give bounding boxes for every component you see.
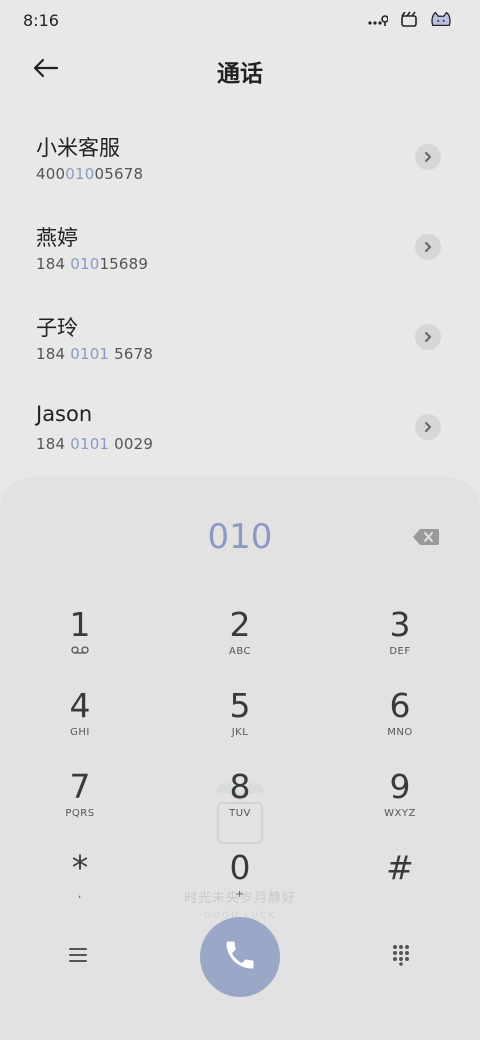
- contact-number: 184 0101 0029: [36, 435, 154, 453]
- contact-item[interactable]: Jason 184 0101 0029: [0, 382, 480, 472]
- menu-icon: [68, 947, 88, 967]
- chevron-right-icon[interactable]: [415, 414, 441, 440]
- chevron-right-icon[interactable]: [415, 324, 441, 350]
- dialpad-icon: [391, 944, 411, 970]
- key-hash[interactable]: #: [340, 848, 460, 918]
- cat-icon: [430, 10, 452, 28]
- contact-item[interactable]: 燕婷 184 01015689: [0, 202, 480, 292]
- key-8[interactable]: 8 TUV: [180, 767, 300, 837]
- status-time: 8:16: [23, 11, 59, 30]
- contact-item[interactable]: 小米客服 40001005678: [0, 112, 480, 202]
- status-icons: [366, 10, 452, 28]
- key-6[interactable]: 6 MNO: [340, 686, 460, 756]
- voicemail-icon: [20, 646, 140, 657]
- status-bar: 8:16: [0, 0, 480, 40]
- key-5[interactable]: 5 JKL: [180, 686, 300, 756]
- menu-button[interactable]: [58, 943, 98, 971]
- page-title: 通话: [217, 61, 263, 87]
- dots-icon: [366, 10, 388, 28]
- header: 通话: [0, 40, 480, 102]
- contact-name: Jason: [36, 402, 93, 426]
- key-2[interactable]: 2 ABC: [180, 605, 300, 675]
- dialer-panel: 010 时光未央岁月静好 GOOD LUCK 1 2 ABC 3 DEF 4 G…: [0, 477, 480, 1040]
- chevron-right-icon[interactable]: [415, 144, 441, 170]
- key-star[interactable]: * ,: [20, 848, 140, 918]
- key-0[interactable]: 0 +: [180, 848, 300, 918]
- chevron-right-icon[interactable]: [415, 234, 441, 260]
- clapper-icon: [398, 10, 420, 28]
- key-1[interactable]: 1: [20, 605, 140, 675]
- call-button[interactable]: [200, 917, 280, 997]
- key-9[interactable]: 9 WXYZ: [340, 767, 460, 837]
- contact-list: 小米客服 40001005678 燕婷 184 01015689 子玲 184 …: [0, 112, 480, 472]
- contact-number: 184 0101 5678: [36, 345, 154, 363]
- phone-icon: [222, 937, 258, 977]
- keypad-toggle-button[interactable]: [381, 943, 421, 971]
- key-7[interactable]: 7 PQRS: [20, 767, 140, 837]
- contact-name: 燕婷: [36, 226, 78, 250]
- backspace-icon: [412, 529, 440, 551]
- contact-number: 184 01015689: [36, 255, 149, 273]
- dialer-actions: [0, 917, 480, 997]
- backspace-button[interactable]: [412, 527, 440, 547]
- contact-name: 小米客服: [36, 136, 120, 160]
- contact-name: 子玲: [36, 316, 78, 340]
- contact-item[interactable]: 子玲 184 0101 5678: [0, 292, 480, 382]
- key-3[interactable]: 3 DEF: [340, 605, 460, 675]
- dial-number-display[interactable]: 010: [0, 517, 480, 557]
- key-4[interactable]: 4 GHI: [20, 686, 140, 756]
- contact-number: 40001005678: [36, 165, 144, 183]
